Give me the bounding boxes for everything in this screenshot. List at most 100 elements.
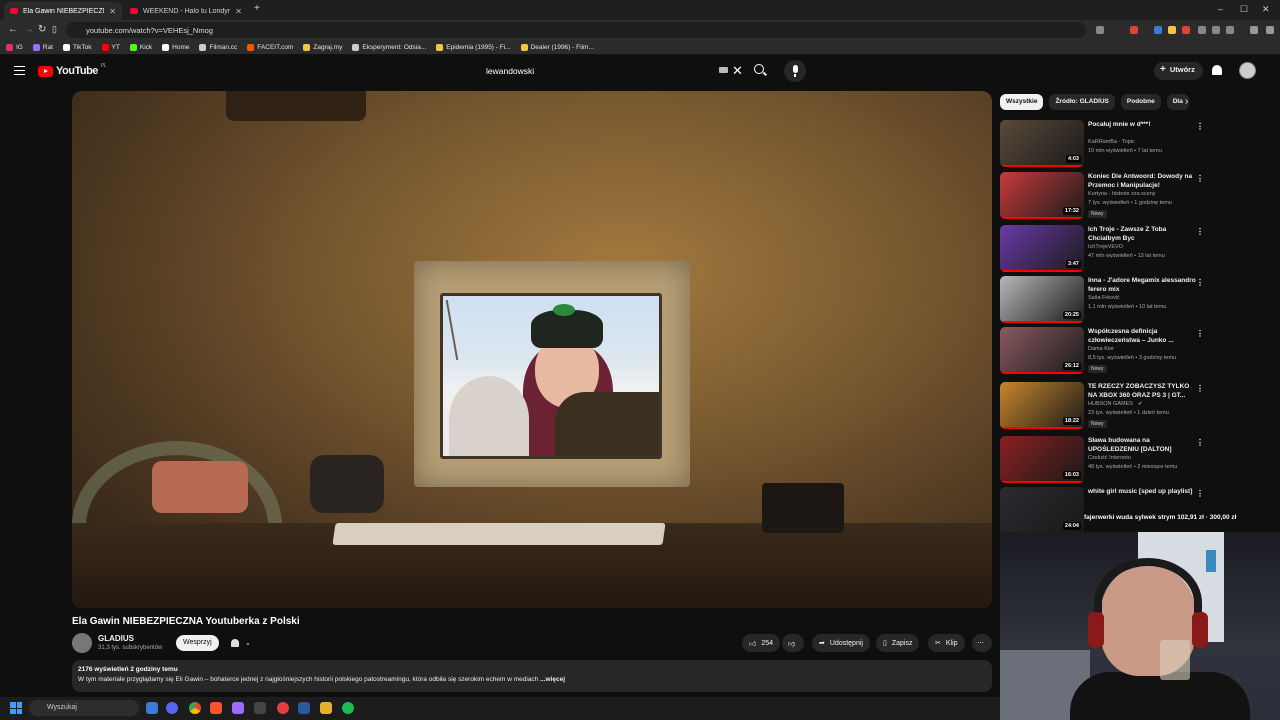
- bookmark-dealer[interactable]: Dealer (1996) - Film...: [520, 43, 594, 51]
- share-button[interactable]: ➦ Udostępnij: [812, 634, 870, 652]
- clip-button[interactable]: ✂ Klip: [928, 634, 965, 652]
- recommendation-channel[interactable]: HUBSON GAMES: [1088, 401, 1133, 407]
- more-vertical-icon[interactable]: ⋮: [1196, 227, 1204, 236]
- recommendation-channel[interactable]: Czeluść Internetu: [1088, 455, 1131, 461]
- clear-search-icon[interactable]: ✕: [732, 63, 743, 79]
- subscription-bell-button[interactable]: ⌄: [226, 635, 260, 651]
- video-player[interactable]: [72, 91, 992, 608]
- keyboard-icon[interactable]: [719, 67, 728, 73]
- save-button[interactable]: ▯ Zapisz: [876, 634, 920, 652]
- extension-icon[interactable]: [1168, 26, 1176, 34]
- browser-tab[interactable]: WEEKEND - Halo tu Londyn (Oficjaln ✕: [124, 2, 248, 20]
- video-thumbnail[interactable]: 17:32: [1000, 172, 1084, 219]
- maximize-icon[interactable]: ☐: [1240, 4, 1248, 15]
- channel-avatar[interactable]: [72, 633, 92, 653]
- bookmark-filman[interactable]: Filman.cc: [199, 43, 237, 51]
- extension-icon[interactable]: [1096, 26, 1104, 34]
- search-icon[interactable]: [754, 64, 764, 74]
- bookmark-faceit[interactable]: FACEIT.com: [247, 43, 293, 51]
- chip-similar[interactable]: Podobne: [1120, 94, 1161, 110]
- link-icon[interactable]: [1226, 26, 1234, 34]
- back-icon[interactable]: ←: [8, 24, 18, 35]
- browser-tab-active[interactable]: Ela Gawin NIEBEZPIECZNA Yo ✕: [4, 2, 122, 20]
- extension-icon[interactable]: [1198, 26, 1206, 34]
- bookmark-kick[interactable]: Kick: [129, 43, 152, 51]
- video-thumbnail[interactable]: 24:04: [1000, 487, 1084, 534]
- recommendation-item[interactable]: 16:03 Sława budowana na UPOŚLEDZENIU [DAL…: [1000, 436, 1210, 484]
- recommendation-item[interactable]: 20:25 Inna - J'adore Megamix alessandro f…: [1000, 276, 1210, 324]
- hamburger-menu-icon[interactable]: [14, 66, 25, 75]
- recommendation-title[interactable]: Ich Troje - Zawsze Z Toba Chcialbym Byc: [1088, 225, 1200, 243]
- reload-icon[interactable]: ↻: [38, 24, 46, 35]
- chip-all[interactable]: Wszystkie: [1000, 94, 1044, 110]
- recommendation-channel[interactable]: Dama Kier: [1088, 346, 1114, 352]
- bookmark-tiktok[interactable]: TikTok: [63, 43, 92, 51]
- close-tab-icon[interactable]: ✕: [235, 7, 242, 16]
- video-thumbnail[interactable]: 3:47: [1000, 225, 1084, 272]
- video-thumbnail[interactable]: 20:25: [1000, 276, 1084, 323]
- app-icon[interactable]: [320, 702, 332, 714]
- bookmark-yt[interactable]: YT: [101, 43, 120, 51]
- url-field[interactable]: youtube.com/watch?v=VEHEsj_Nmog: [66, 22, 1086, 38]
- support-button[interactable]: Wesprzyj: [176, 635, 219, 651]
- more-vertical-icon[interactable]: ⋮: [1196, 278, 1204, 287]
- recommendation-title[interactable]: Inna - J'adore Megamix alessandro ferero…: [1088, 276, 1200, 294]
- bookmark-zagraj[interactable]: Zagraj.my: [303, 43, 342, 51]
- more-actions-button[interactable]: ⋯: [972, 634, 992, 652]
- extension-icon[interactable]: [1154, 26, 1162, 34]
- playlist-icon[interactable]: [1250, 26, 1258, 34]
- video-thumbnail[interactable]: 18:22: [1000, 382, 1084, 429]
- recommendation-item[interactable]: 26:12 Współczesna definicja człowieczeńst…: [1000, 327, 1210, 375]
- recommendation-title[interactable]: Sława budowana na UPOŚLEDZENIU [DALTON]: [1088, 436, 1200, 454]
- dislike-button[interactable]: 👎︎: [782, 634, 804, 652]
- minimize-icon[interactable]: –: [1218, 4, 1223, 14]
- recommendation-channel[interactable]: Saša Frković: [1088, 295, 1120, 301]
- bookmark-home[interactable]: Home: [162, 43, 189, 51]
- more-vertical-icon[interactable]: ⋮: [1196, 329, 1204, 338]
- recommendation-channel[interactable]: IchTrojeVEVO: [1088, 244, 1123, 250]
- create-button[interactable]: + Utwórz: [1154, 62, 1203, 80]
- recommendation-item[interactable]: 4:03 Pocałuj mnie w d***! KaRRamBa - Topic…: [1000, 120, 1210, 168]
- recommendation-item[interactable]: 24:04 white girl music [sped up playlist]…: [1000, 487, 1210, 535]
- recommendation-item[interactable]: 17:32 Koniec Die Antwoord: Dowody na Prze…: [1000, 172, 1210, 220]
- bookmark-eksperyment[interactable]: Eksperyment: Odsia...: [352, 43, 426, 51]
- chip-source[interactable]: Źródło: GLADIUS: [1049, 94, 1115, 110]
- spotify-icon[interactable]: [342, 702, 354, 714]
- bookmark-rat[interactable]: Rat: [32, 43, 53, 51]
- recommendation-channel[interactable]: KaRRamBa - Topic: [1088, 139, 1135, 145]
- recommendation-item[interactable]: 3:47 Ich Troje - Zawsze Z Toba Chcialbym …: [1000, 225, 1210, 273]
- account-avatar[interactable]: [1239, 62, 1256, 79]
- chevron-right-icon[interactable]: ›: [1185, 96, 1188, 107]
- menu-icon[interactable]: [1266, 26, 1274, 34]
- recommendation-title[interactable]: Pocałuj mnie w d***!: [1088, 120, 1200, 129]
- video-thumbnail[interactable]: 16:03: [1000, 436, 1084, 483]
- extension-icon[interactable]: [1182, 26, 1190, 34]
- more-vertical-icon[interactable]: ⋮: [1196, 489, 1204, 498]
- forward-icon[interactable]: →: [24, 24, 34, 35]
- video-thumbnail[interactable]: 26:12: [1000, 327, 1084, 374]
- more-vertical-icon[interactable]: ⋮: [1196, 122, 1204, 131]
- taskbar-search-input[interactable]: Wyszukaj: [29, 700, 139, 716]
- video-thumbnail[interactable]: 4:03: [1000, 120, 1084, 167]
- show-more-link[interactable]: ...więcej: [540, 676, 565, 683]
- bookmark-epidemia[interactable]: Epidemia (1995) - Fi...: [436, 43, 511, 51]
- new-tab-icon[interactable]: +: [254, 3, 260, 14]
- steam-icon[interactable]: [298, 702, 310, 714]
- brave-shield-icon[interactable]: [1130, 26, 1138, 34]
- close-tab-icon[interactable]: ✕: [109, 7, 116, 16]
- task-view-icon[interactable]: [146, 702, 158, 714]
- more-vertical-icon[interactable]: ⋮: [1196, 438, 1204, 447]
- microphone-icon[interactable]: [784, 60, 806, 82]
- chrome-icon[interactable]: [189, 702, 201, 714]
- app-icon[interactable]: [254, 702, 266, 714]
- youtube-logo[interactable]: YouTube PL: [38, 63, 107, 77]
- bookmark-icon[interactable]: ▯: [52, 24, 57, 35]
- app-icon[interactable]: [277, 702, 289, 714]
- recommendation-title[interactable]: TE RZECZY ZOBACZYSZ TYLKO NA XBOX 360 OR…: [1088, 382, 1200, 400]
- discord-icon[interactable]: [166, 702, 178, 714]
- close-window-icon[interactable]: ✕: [1262, 4, 1270, 15]
- download-icon[interactable]: [1212, 26, 1220, 34]
- search-input[interactable]: lewandowski: [478, 60, 744, 82]
- recommendation-channel[interactable]: Kurtyna - historie zza sceny: [1088, 191, 1156, 197]
- notifications-bell-icon[interactable]: [1212, 65, 1222, 75]
